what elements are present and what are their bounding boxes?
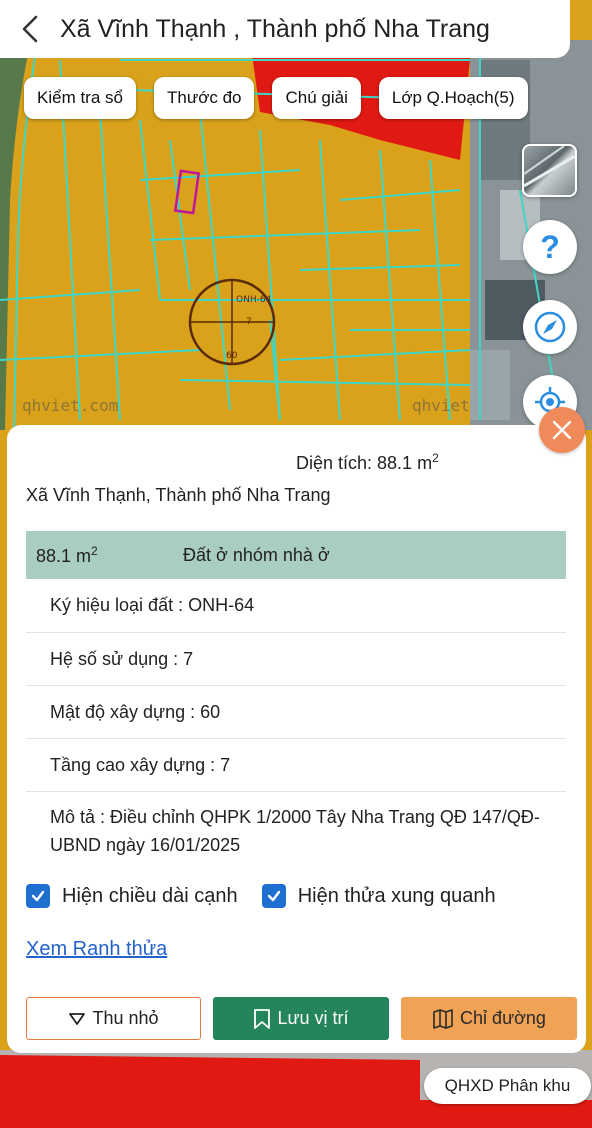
show-edge-length-checkbox[interactable]: Hiện chiều dài cạnh — [26, 884, 238, 908]
view-boundary-link[interactable]: Xem Ranh thửa — [26, 938, 167, 961]
directions-button[interactable]: Chỉ đường — [401, 997, 577, 1040]
satellite-thumbnail-icon — [524, 146, 575, 188]
land-type-header: 88.1 m2 Đất ở nhóm nhà ở — [26, 531, 566, 579]
legend-button[interactable]: Chú giải — [272, 77, 361, 119]
save-location-label: Lưu vị trí — [277, 1008, 349, 1028]
close-panel-button[interactable] — [539, 407, 585, 453]
info-row-building-density: Mật độ xây dựng : 60 — [26, 686, 566, 739]
parcel-density-label: 60 — [226, 351, 238, 361]
land-area-sup: 2 — [91, 543, 98, 558]
close-icon — [552, 420, 572, 440]
map-toolbar: Kiểm tra sổ Thước đo Chú giải Lớp Q.Hoạc… — [24, 77, 528, 119]
parcel-floor-label: 7 — [246, 317, 252, 327]
directions-label: Chỉ đường — [460, 1008, 546, 1028]
info-row-use-coefficient: Hệ số sử dụng : 7 — [26, 633, 566, 686]
map-icon — [433, 1008, 453, 1029]
show-neighbors-checkbox[interactable]: Hiện thửa xung quanh — [261, 884, 496, 908]
svg-text:?: ? — [540, 230, 560, 264]
show-neighbors-label: Hiện thửa xung quanh — [297, 884, 496, 907]
question-icon: ? — [540, 230, 560, 264]
area-label: Diện tích: 88.1 m — [296, 453, 433, 473]
parcel-area: Diện tích: 88.1 m2 — [296, 451, 439, 474]
triangle-down-icon — [69, 1012, 86, 1025]
page-title: Xã Vĩnh Thạnh , Thành phố Nha Trang — [60, 14, 490, 43]
compass-icon — [534, 311, 566, 343]
base-layer-toggle[interactable] — [522, 144, 577, 197]
info-row-land-code: Ký hiệu loại đất : ONH-64 — [26, 580, 566, 633]
planning-layer-badge[interactable]: QHXD Phân khu — [424, 1068, 591, 1104]
land-type: Đất ở nhóm nhà ở — [183, 544, 330, 565]
top-header: Xã Vĩnh Thạnh , Thành phố Nha Trang — [0, 0, 570, 58]
info-row-floor-height: Tầng cao xây dựng : 7 — [26, 739, 566, 792]
map-watermark: qhviet.com — [22, 396, 119, 415]
chevron-left-icon — [22, 15, 38, 43]
bookmark-icon — [254, 1008, 271, 1029]
compass-button[interactable] — [523, 300, 577, 354]
land-area: 88.1 m2 — [36, 544, 98, 567]
minimize-button[interactable]: Thu nhỏ — [26, 997, 201, 1040]
show-edge-length-label: Hiện chiều dài cạnh — [62, 884, 238, 907]
save-location-button[interactable]: Lưu vị trí — [213, 997, 389, 1040]
help-button[interactable]: ? — [523, 220, 577, 274]
panel-actions: Thu nhỏ Lưu vị trí Chỉ đường — [26, 997, 577, 1040]
area-unit-sup: 2 — [432, 451, 439, 465]
planning-layer-button[interactable]: Lớp Q.Hoạch(5) — [378, 77, 528, 119]
parcel-location: Xã Vĩnh Thạnh, Thành phố Nha Trang — [26, 485, 331, 505]
land-area-value: 88.1 m — [36, 545, 92, 566]
ruler-button[interactable]: Thước đo — [153, 77, 255, 119]
info-row-description: Mô tả : Điều chỉnh QHPK 1/2000 Tây Nha T… — [50, 807, 540, 855]
check-deed-button[interactable]: Kiểm tra sổ — [24, 77, 136, 119]
checkbox-checked-icon — [26, 884, 50, 908]
back-button[interactable] — [0, 0, 60, 58]
checkbox-checked-icon — [261, 884, 286, 908]
parcel-code-label: ONH-64 — [236, 295, 272, 305]
minimize-label: Thu nhỏ — [92, 1008, 159, 1028]
map-watermark-right: qhviet — [412, 396, 470, 415]
display-options: Hiện chiều dài cạnh Hiện thửa xung quanh — [26, 884, 496, 908]
